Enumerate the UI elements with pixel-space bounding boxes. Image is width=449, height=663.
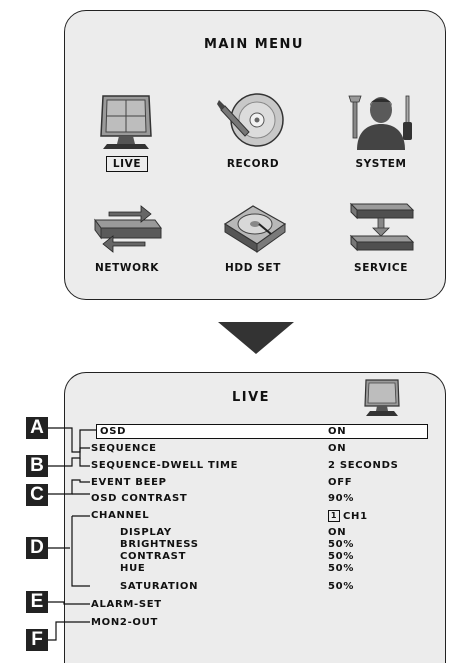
callout-e-badge: E (26, 591, 48, 613)
channel-name: CH1 (343, 511, 368, 522)
brightness-value: 50% (328, 539, 355, 550)
channel-value[interactable]: 1 CH1 (328, 510, 368, 522)
menu-row-contrast[interactable]: CONTRAST (120, 551, 186, 562)
osd-value: ON (328, 426, 347, 437)
saturation-value: 50% (328, 581, 355, 592)
menu-row-channel[interactable]: CHANNEL (91, 510, 149, 521)
menu-row-sequence[interactable]: SEQUENCE (91, 443, 157, 454)
sequence-value: ON (328, 443, 347, 454)
menu-row-saturation[interactable]: SATURATION (120, 581, 198, 592)
menu-row-brightness[interactable]: BRIGHTNESS (120, 539, 199, 550)
osd-contrast-value: 90% (328, 493, 355, 504)
event-beep-value: OFF (328, 477, 353, 488)
menu-row-event-beep[interactable]: EVENT BEEP (91, 477, 167, 488)
display-value: ON (328, 527, 347, 538)
menu-row-osd-contrast[interactable]: OSD CONTRAST (91, 493, 187, 504)
callout-c-badge: C (26, 484, 48, 506)
menu-row-sequence-dwell-time[interactable]: SEQUENCE-DWELL TIME (91, 460, 238, 471)
callout-d-badge: D (26, 537, 48, 559)
menu-row-mon2-out[interactable]: MON2-OUT (91, 617, 158, 628)
contrast-value: 50% (328, 551, 355, 562)
menu-row-osd[interactable]: OSD (100, 426, 126, 437)
hue-value: 50% (328, 563, 355, 574)
callout-lines (48, 427, 96, 641)
sequence-dwell-time-value: 2 SECONDS (328, 460, 399, 471)
callout-a-badge: A (26, 417, 48, 439)
callout-f-badge: F (26, 629, 48, 651)
menu-row-display[interactable]: DISPLAY (120, 527, 172, 538)
callout-b-badge: B (26, 455, 48, 477)
menu-row-alarm-set[interactable]: ALARM-SET (91, 599, 162, 610)
channel-number-box: 1 (328, 510, 340, 522)
menu-row-hue[interactable]: HUE (120, 563, 145, 574)
